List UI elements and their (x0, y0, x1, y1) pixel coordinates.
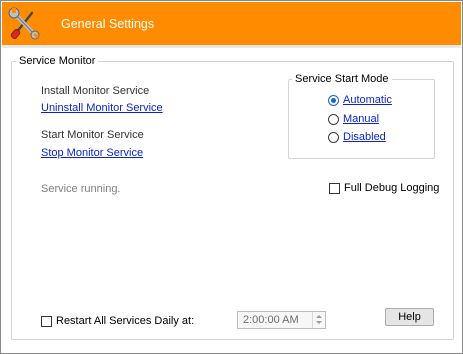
full-debug-logging-checkbox[interactable]: Full Debug Logging (329, 181, 439, 195)
full-debug-logging-box[interactable] (329, 182, 340, 194)
uninstall-monitor-service-link[interactable]: Uninstall Monitor Service (41, 102, 163, 115)
start-monitor-service-label: Start Monitor Service (41, 129, 144, 141)
restart-time-picker[interactable]: 2:00:00 AM (237, 311, 326, 329)
radio-disabled-label[interactable]: Disabled (343, 131, 386, 144)
header-divider (2, 45, 461, 48)
settings-window: General Settings Service Monitor Install… (0, 0, 463, 354)
restart-time-value[interactable]: 2:00:00 AM (243, 314, 299, 326)
service-monitor-group-title: Service Monitor (16, 55, 99, 68)
install-monitor-service-label: Install Monitor Service (41, 85, 150, 97)
restart-all-services-checkbox[interactable]: Restart All Services Daily at: (41, 314, 194, 328)
window-title: General Settings (61, 17, 155, 31)
restart-all-services-box[interactable] (41, 315, 52, 327)
radio-automatic[interactable]: Automatic (328, 93, 392, 107)
spin-down-icon[interactable] (316, 321, 322, 324)
radio-automatic-button[interactable] (328, 94, 339, 106)
header-bar: General Settings (2, 2, 461, 45)
radio-manual-button[interactable] (328, 113, 339, 125)
service-start-mode-group-title: Service Start Mode (292, 73, 392, 86)
full-debug-logging-label[interactable]: Full Debug Logging (344, 182, 439, 194)
radio-disabled[interactable]: Disabled (328, 130, 386, 144)
spin-up-icon[interactable] (316, 315, 322, 318)
service-status-text: Service running. (41, 183, 121, 195)
time-spinner[interactable] (312, 312, 325, 328)
radio-disabled-button[interactable] (328, 131, 339, 143)
radio-automatic-label[interactable]: Automatic (343, 94, 392, 107)
wrench-screwdriver-icon (8, 7, 40, 40)
radio-manual-label[interactable]: Manual (343, 113, 379, 126)
restart-all-services-label[interactable]: Restart All Services Daily at: (56, 315, 194, 327)
stop-monitor-service-link[interactable]: Stop Monitor Service (41, 147, 143, 160)
help-button[interactable]: Help (385, 308, 434, 326)
radio-manual[interactable]: Manual (328, 112, 379, 126)
